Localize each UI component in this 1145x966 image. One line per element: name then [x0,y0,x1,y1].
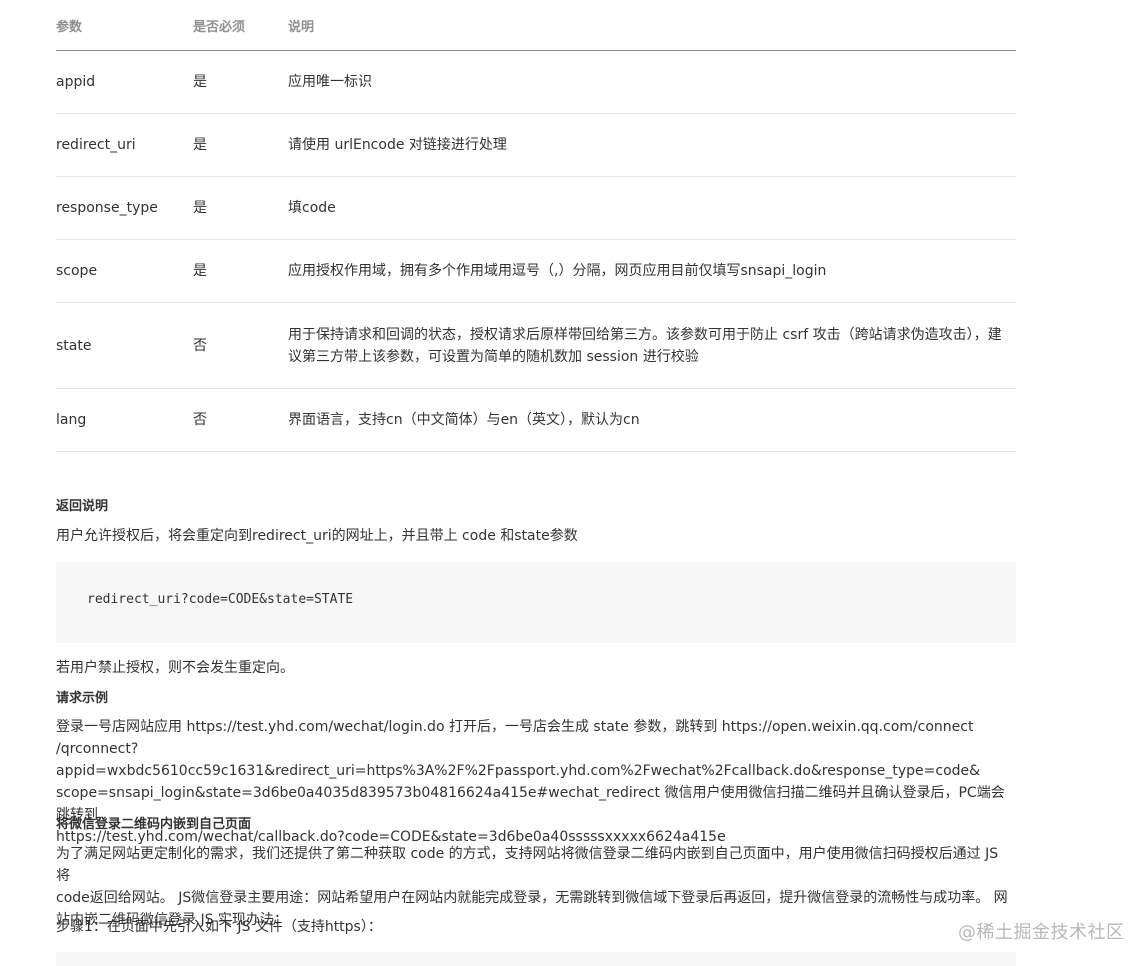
param-required: 否 [193,302,288,389]
param-required: 是 [193,50,288,114]
embed-heading: 将微信登录二维码内嵌到自己页面 [56,817,252,832]
table-row: response_type 是 填code [56,176,1016,240]
example-line: 登录一号店网站应用 https://test.yhd.com/wechat/lo… [56,719,974,735]
header-param: 参数 [56,0,193,51]
param-required: 是 [193,113,288,177]
example-line: /qrconnect?appid=wxbdc5610cc59c1631&redi… [56,741,981,779]
step1-text: 步骤1：在页面中先引入如下 JS 文件（支持https）： [56,919,382,935]
watermark: @稀土掘金技术社区 [958,922,1125,943]
param-description-line: 议第三方带上该参数，可设置为简单的随机数加 session 进行校验 [288,348,699,365]
param-description: 用于保持请求和回调的状态，授权请求后原样带回给第三方。该参数可用于防止 csrf… [288,302,1016,389]
document-content: 参数 是否必须 说明 appid 是 应用唯一标识 redirect_uri 是… [56,0,1016,966]
code-block [56,952,1016,966]
param-required: 是 [193,176,288,240]
document-page: 参数 是否必须 说明 appid 是 应用唯一标识 redirect_uri 是… [0,0,1145,966]
table-row: redirect_uri 是 请使用 urlEncode 对链接进行处理 [56,113,1016,177]
embed-line: 为了满足网站更定制化的需求，我们还提供了第二种获取 code 的方式，支持网站将… [56,846,999,884]
code-block: redirect_uri?code=CODE&state=STATE [56,562,1016,643]
parameter-table: 参数 是否必须 说明 appid 是 应用唯一标识 redirect_uri 是… [56,0,1016,452]
return-heading: 返回说明 [56,499,109,514]
table-row: lang 否 界面语言，支持cn（中文简体）与en（英文），默认为cn [56,388,1016,452]
table-row: appid 是 应用唯一标识 [56,50,1016,114]
param-name: lang [56,388,193,452]
header-required: 是否必须 [193,0,288,51]
table-header-row: 参数 是否必须 说明 [56,0,1016,51]
param-description: 填code [288,176,1016,240]
param-name: scope [56,239,193,303]
param-description-line: 用于保持请求和回调的状态，授权请求后原样带回给第三方。该参数可用于防止 csrf… [288,326,1002,343]
param-description: 应用授权作用域，拥有多个作用域用逗号（,）分隔，网页应用目前仅填写snsapi_… [288,239,1016,303]
param-description: 应用唯一标识 [288,50,1016,114]
header-description: 说明 [288,0,1016,51]
param-description: 界面语言，支持cn（中文简体）与en（英文），默认为cn [288,388,1016,452]
return-text: 用户允许授权后，将会重定向到redirect_uri的网址上，并且带上 code… [56,528,578,544]
param-name: state [56,302,193,389]
embed-line: code返回给网站。 JS微信登录主要用途：网站希望用户在网站内就能完成登录，无… [56,890,1008,906]
param-name: appid [56,50,193,114]
param-required: 否 [193,388,288,452]
param-required: 是 [193,239,288,303]
code-text: redirect_uri?code=CODE&state=STATE [87,592,354,607]
example-heading: 请求示例 [56,691,109,706]
table-row: scope 是 应用授权作用域，拥有多个作用域用逗号（,）分隔，网页应用目前仅填… [56,239,1016,303]
table-row: state 否 用于保持请求和回调的状态，授权请求后原样带回给第三方。该参数可用… [56,302,1016,389]
no-redirect-text: 若用户禁止授权，则不会发生重定向。 [56,660,294,676]
param-description: 请使用 urlEncode 对链接进行处理 [288,113,1016,177]
param-name: response_type [56,176,193,240]
param-name: redirect_uri [56,113,193,177]
